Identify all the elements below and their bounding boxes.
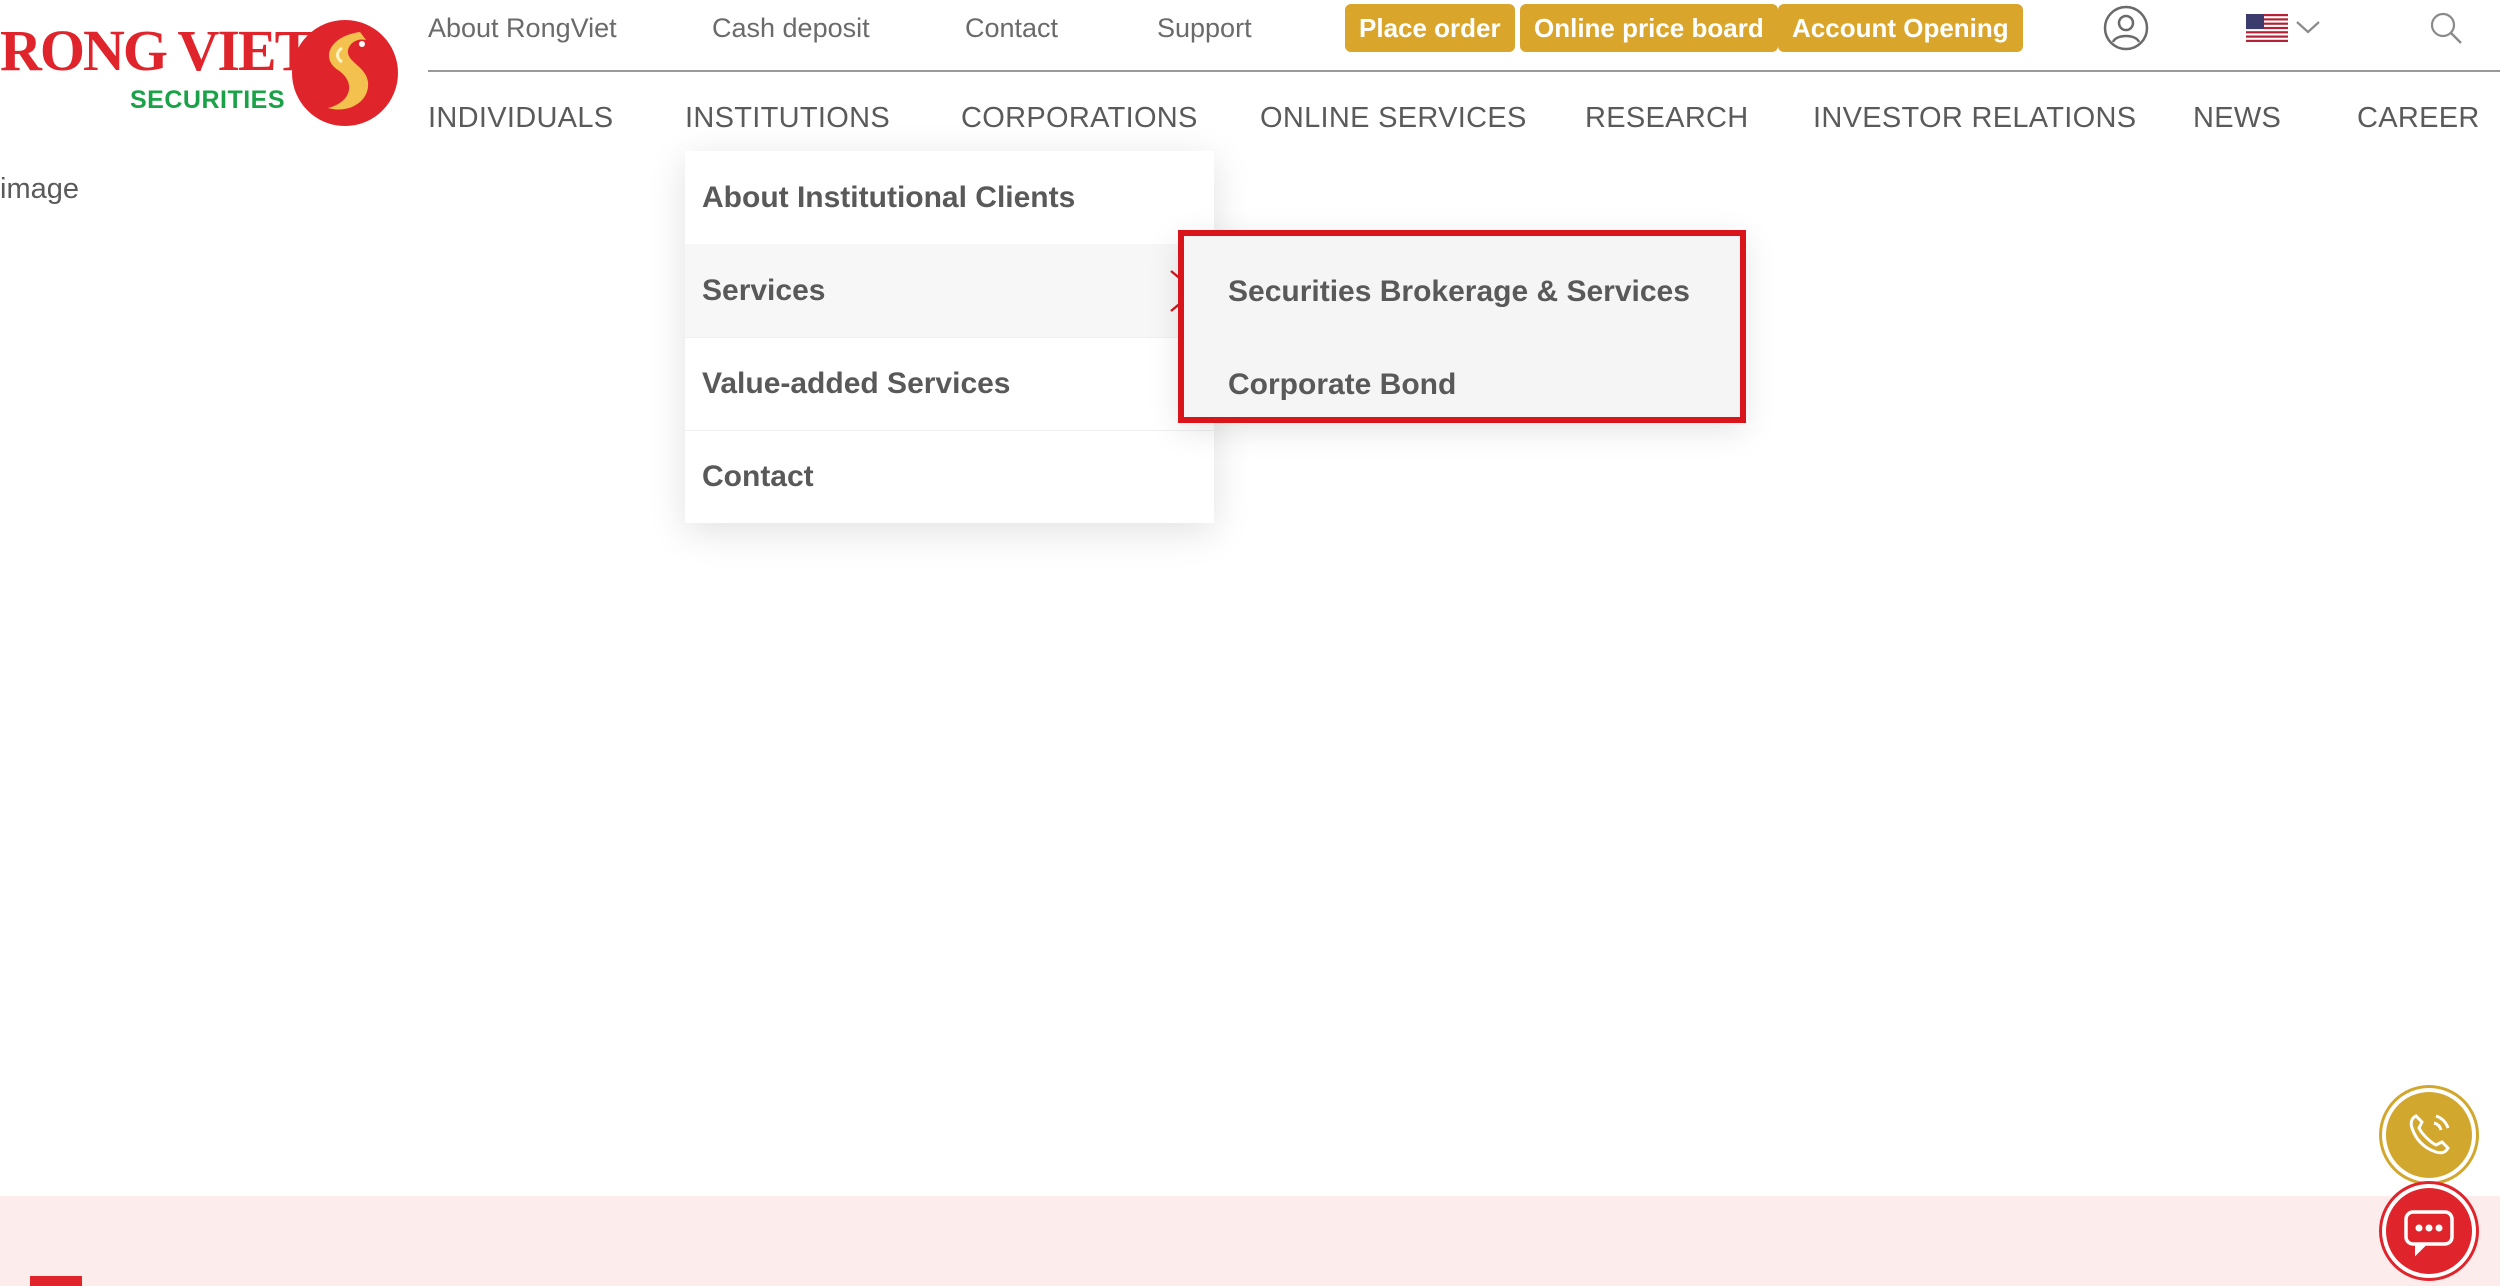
nav-research[interactable]: RESEARCH [1585, 101, 1749, 135]
chat-icon [2404, 1210, 2454, 1257]
nav-individuals[interactable]: INDIVIDUALS [428, 101, 613, 135]
user-icon[interactable] [2102, 4, 2150, 52]
dropdown-item-about-institutional-clients[interactable]: About Institutional Clients [685, 151, 1214, 244]
submenu-item-corporate-bond[interactable]: Corporate Bond [1228, 367, 1456, 403]
nav-investor-relations[interactable]: INVESTOR RELATIONS [1813, 101, 2136, 135]
online-price-board-button[interactable]: Online price board [1520, 4, 1778, 52]
logo[interactable]: RONG VIET SECURITIES [0, 16, 410, 134]
nav-corporations[interactable]: CORPORATIONS [961, 101, 1198, 135]
place-order-button[interactable]: Place order [1345, 4, 1515, 52]
util-link-contact[interactable]: Contact [965, 12, 1058, 44]
nav-online-services[interactable]: ONLINE SERVICES [1260, 101, 1527, 135]
util-link-about[interactable]: About RongViet [428, 12, 617, 44]
dropdown-item-label: Contact [702, 460, 814, 493]
logo-wordmark: RONG VIET [0, 18, 313, 83]
broken-image: image [0, 173, 79, 205]
dropdown-item-value-added-services[interactable]: Value-added Services [685, 337, 1214, 430]
chat-button[interactable] [2386, 1188, 2472, 1274]
dropdown-item-contact[interactable]: Contact [685, 430, 1214, 523]
nav-news[interactable]: NEWS [2193, 101, 2281, 135]
dropdown-item-label: About Institutional Clients [702, 181, 1076, 214]
section-heading-fragment [30, 1276, 82, 1286]
dropdown-item-services[interactable]: Services [685, 244, 1214, 337]
footer-section-band [0, 1196, 2500, 1286]
us-flag-icon[interactable] [2246, 14, 2288, 42]
dropdown-item-label: Services [702, 274, 826, 307]
submenu-item-securities-brokerage[interactable]: Securities Brokerage & Services [1228, 274, 1690, 310]
chevron-down-icon[interactable] [2294, 18, 2322, 36]
nav-institutions[interactable]: INSTITUTIONS [685, 101, 890, 135]
util-link-cash-deposit[interactable]: Cash deposit [712, 12, 870, 44]
services-submenu: Securities Brokerage & Services Corporat… [1178, 230, 1746, 423]
dragon-emblem-icon [292, 20, 398, 126]
dropdown-item-label: Value-added Services [702, 367, 1011, 400]
util-link-support[interactable]: Support [1157, 12, 1252, 44]
nav-career[interactable]: CAREER [2357, 101, 2480, 135]
topbar-divider [428, 70, 2500, 72]
account-opening-button[interactable]: Account Opening [1778, 4, 2023, 52]
search-icon[interactable] [2428, 10, 2464, 46]
institutions-dropdown: About Institutional Clients Services Val… [685, 151, 1214, 523]
logo-subtitle: SECURITIES [130, 86, 286, 114]
call-button[interactable] [2386, 1092, 2472, 1178]
phone-icon [2409, 1114, 2450, 1155]
